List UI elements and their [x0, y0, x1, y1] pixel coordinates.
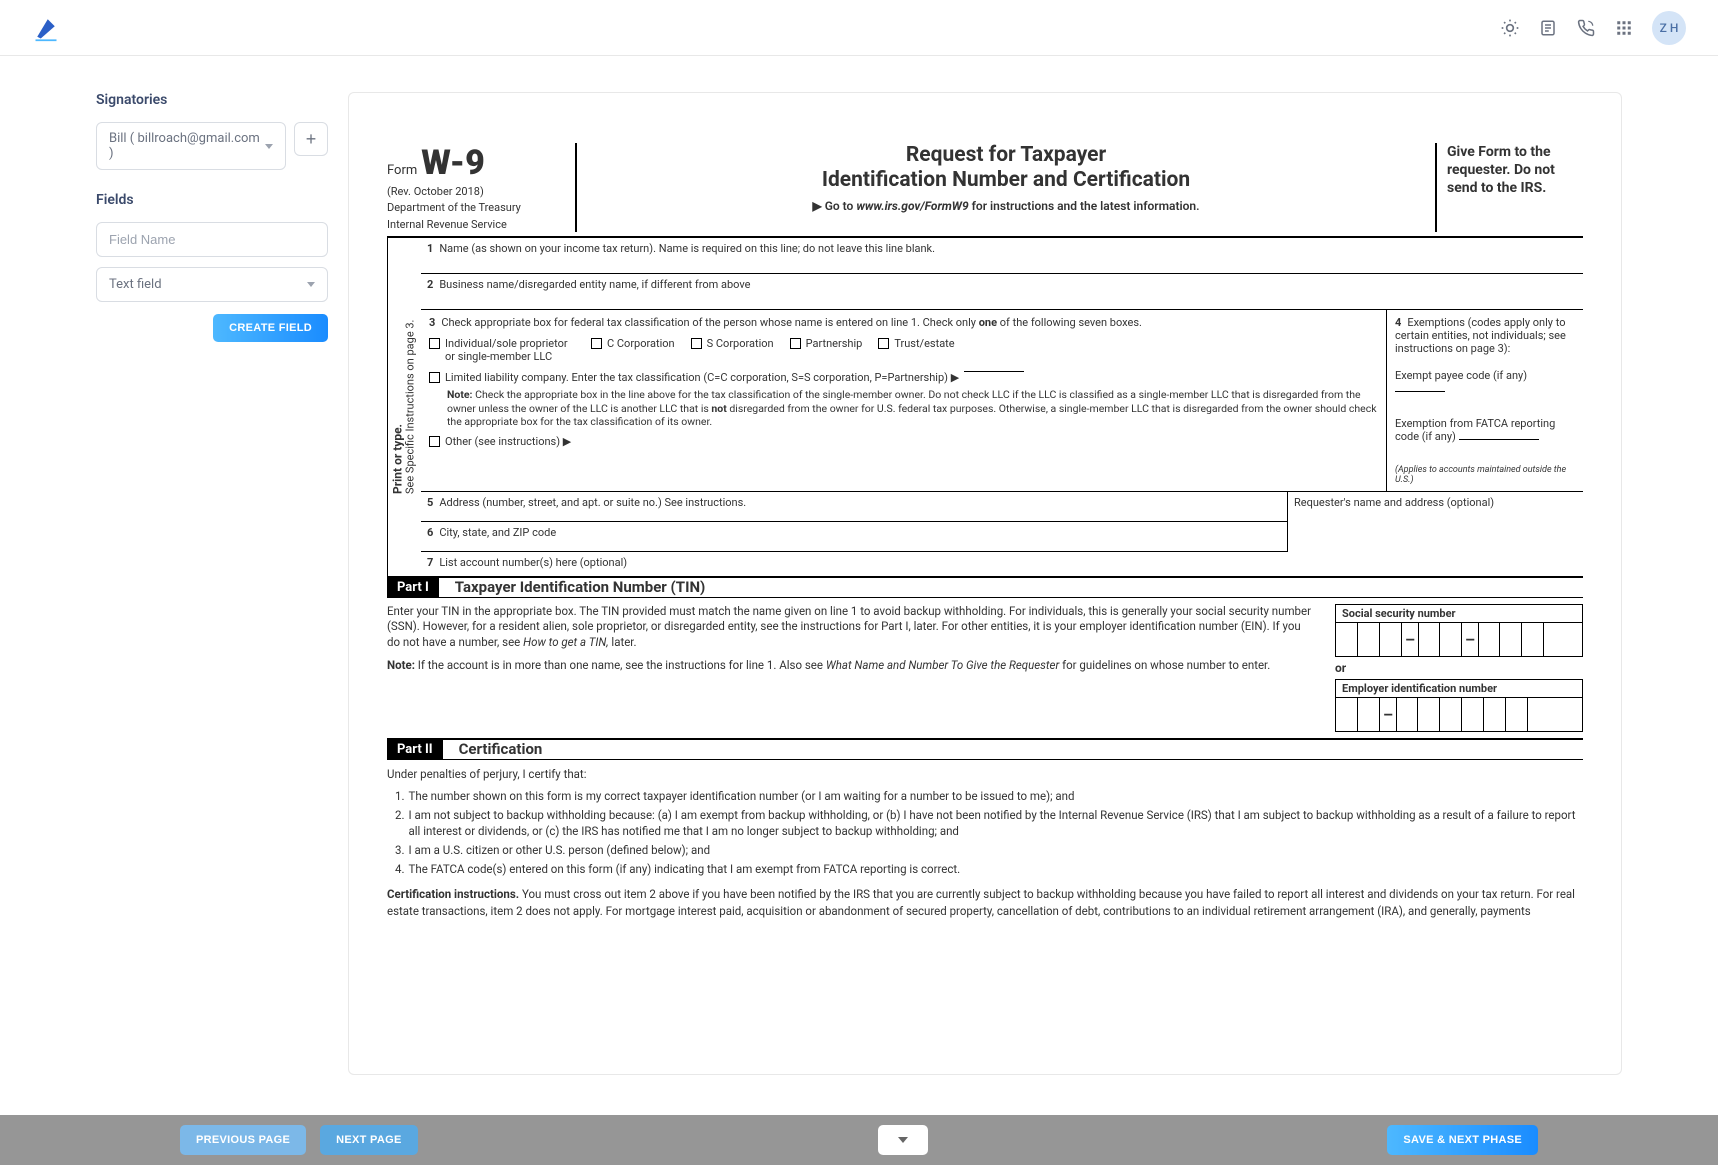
- classification-left: 3Check appropriate box for federal tax c…: [421, 310, 1387, 491]
- footer-left: PREVIOUS PAGE NEXT PAGE: [180, 1125, 418, 1155]
- form-rows: 1Name (as shown on your income tax retur…: [421, 238, 1583, 576]
- fields-title: Fields: [96, 192, 328, 208]
- add-signatory-button[interactable]: +: [294, 122, 328, 156]
- cert-2: 2.I am not subject to backup withholding…: [395, 807, 1583, 839]
- cb-partnership[interactable]: Partnership: [790, 337, 863, 363]
- form-word: Form: [387, 163, 417, 178]
- part1-header: Part I Taxpayer Identification Number (T…: [387, 576, 1583, 598]
- fatca-note: (Applies to accounts maintained outside …: [1395, 465, 1575, 485]
- note-icon[interactable]: [1538, 18, 1558, 38]
- vertical-instructions: Print or type.See Specific Instructions …: [387, 238, 421, 576]
- form-dept: Department of the Treasury: [387, 201, 567, 215]
- cb-individual[interactable]: Individual/sole proprietor or single-mem…: [429, 337, 575, 363]
- cb-other[interactable]: Other (see instructions) ▶: [429, 435, 1378, 448]
- form-header-left: Form W-9 (Rev. October 2018) Department …: [387, 143, 577, 232]
- form-body: Print or type.See Specific Instructions …: [387, 238, 1583, 576]
- cert-intro: Under penalties of perjury, I certify th…: [387, 760, 1583, 788]
- or-label: or: [1335, 661, 1583, 675]
- signatories-title: Signatories: [96, 92, 328, 108]
- requester-address: Requester's name and address (optional): [1287, 492, 1583, 552]
- form-rev: (Rev. October 2018): [387, 185, 567, 199]
- main-container: Signatories Bill ( billroach@gmail.com )…: [0, 56, 1718, 1165]
- part2-title: Certification: [459, 740, 543, 758]
- sidebar: Signatories Bill ( billroach@gmail.com )…: [96, 92, 328, 1075]
- row-2: 2Business name/disregarded entity name, …: [421, 274, 1583, 310]
- form-code: W-9: [421, 143, 485, 183]
- cert-list: 1.The number shown on this form is my co…: [387, 788, 1583, 877]
- part2-header: Part II Certification: [387, 738, 1583, 760]
- tin-boxes: Social security number – – or Employer i…: [1335, 604, 1583, 732]
- cert-instructions: Certification instructions. You must cro…: [387, 880, 1583, 924]
- field-type-selected-label: Text field: [109, 277, 162, 292]
- field-name-input[interactable]: [96, 222, 328, 257]
- address-left: 5Address (number, street, and apt. or su…: [421, 492, 1287, 552]
- part1-badge: Part I: [387, 578, 439, 597]
- create-field-button[interactable]: CREATE FIELD: [213, 314, 328, 342]
- field-type-select[interactable]: Text field: [96, 267, 328, 302]
- tin-section: Enter your TIN in the appropriate box. T…: [387, 598, 1583, 738]
- part2-badge: Part II: [387, 740, 443, 759]
- form-header: Form W-9 (Rev. October 2018) Department …: [387, 143, 1583, 238]
- cert-4: 4.The FATCA code(s) entered on this form…: [395, 861, 1583, 877]
- llc-note: Note: Check the appropriate box in the l…: [429, 388, 1378, 429]
- checkbox-row-1: Individual/sole proprietor or single-mem…: [429, 337, 1378, 363]
- ein-label: Employer identification number: [1335, 679, 1583, 698]
- save-next-phase-button[interactable]: SAVE & NEXT PHASE: [1387, 1125, 1538, 1155]
- apps-grid-icon[interactable]: [1614, 18, 1634, 38]
- row-1: 1Name (as shown on your income tax retur…: [421, 238, 1583, 274]
- document-panel[interactable]: Form W-9 (Rev. October 2018) Department …: [348, 92, 1622, 1075]
- part1-title: Taxpayer Identification Number (TIN): [455, 578, 706, 596]
- brightness-icon[interactable]: [1500, 18, 1520, 38]
- cert-1: 1.The number shown on this form is my co…: [395, 788, 1583, 804]
- next-page-button[interactable]: NEXT PAGE: [320, 1125, 417, 1155]
- app-logo[interactable]: [32, 14, 60, 42]
- cb-llc[interactable]: Limited liability company. Enter the tax…: [429, 371, 1378, 384]
- chevron-down-icon: [307, 282, 315, 287]
- signatory-row: Bill ( billroach@gmail.com ) +: [96, 122, 328, 170]
- form-header-center: Request for Taxpayer Identification Numb…: [577, 143, 1435, 232]
- cb-scorp[interactable]: S Corporation: [691, 337, 774, 363]
- cb-ccorp[interactable]: C Corporation: [591, 337, 675, 363]
- cb-trust[interactable]: Trust/estate: [878, 337, 954, 363]
- footer-page-dropdown[interactable]: [878, 1125, 928, 1155]
- form-title-2: Identification Number and Certification: [589, 168, 1423, 193]
- pen-logo-icon: [32, 14, 60, 42]
- row-7: 7List account number(s) here (optional): [421, 552, 1583, 576]
- form-title-1: Request for Taxpayer: [589, 143, 1423, 168]
- app-header: Z H: [0, 0, 1718, 56]
- give-form-text: Give Form to the requester. Do not send …: [1447, 143, 1583, 198]
- chevron-down-icon: [265, 144, 273, 149]
- user-avatar[interactable]: Z H: [1652, 11, 1686, 45]
- address-section: 5Address (number, street, and apt. or su…: [421, 492, 1583, 552]
- form-goto: ▶ Go to www.irs.gov/FormW9 for instructi…: [589, 199, 1423, 213]
- previous-page-button[interactable]: PREVIOUS PAGE: [180, 1125, 306, 1155]
- form-header-right: Give Form to the requester. Do not send …: [1435, 143, 1583, 232]
- classification-section: 3Check appropriate box for federal tax c…: [421, 310, 1583, 492]
- footer-bar: PREVIOUS PAGE NEXT PAGE SAVE & NEXT PHAS…: [0, 1115, 1718, 1165]
- tin-text: Enter your TIN in the appropriate box. T…: [387, 604, 1315, 732]
- chevron-down-icon: [898, 1137, 908, 1143]
- exemptions-right: 4Exemptions (codes apply only to certain…: [1387, 310, 1583, 491]
- row-6: 6City, state, and ZIP code: [421, 522, 1287, 552]
- ein-grid[interactable]: –: [1335, 698, 1583, 732]
- phone-icon[interactable]: [1576, 18, 1596, 38]
- signatory-selected-label: Bill ( billroach@gmail.com ): [109, 131, 265, 161]
- row-5: 5Address (number, street, and apt. or su…: [421, 492, 1287, 522]
- signatory-select[interactable]: Bill ( billroach@gmail.com ): [96, 122, 286, 170]
- header-actions: Z H: [1500, 11, 1686, 45]
- form-irs: Internal Revenue Service: [387, 218, 567, 232]
- cert-3: 3.I am a U.S. citizen or other U.S. pers…: [395, 842, 1583, 858]
- ssn-grid[interactable]: – –: [1335, 623, 1583, 657]
- ssn-label: Social security number: [1335, 604, 1583, 623]
